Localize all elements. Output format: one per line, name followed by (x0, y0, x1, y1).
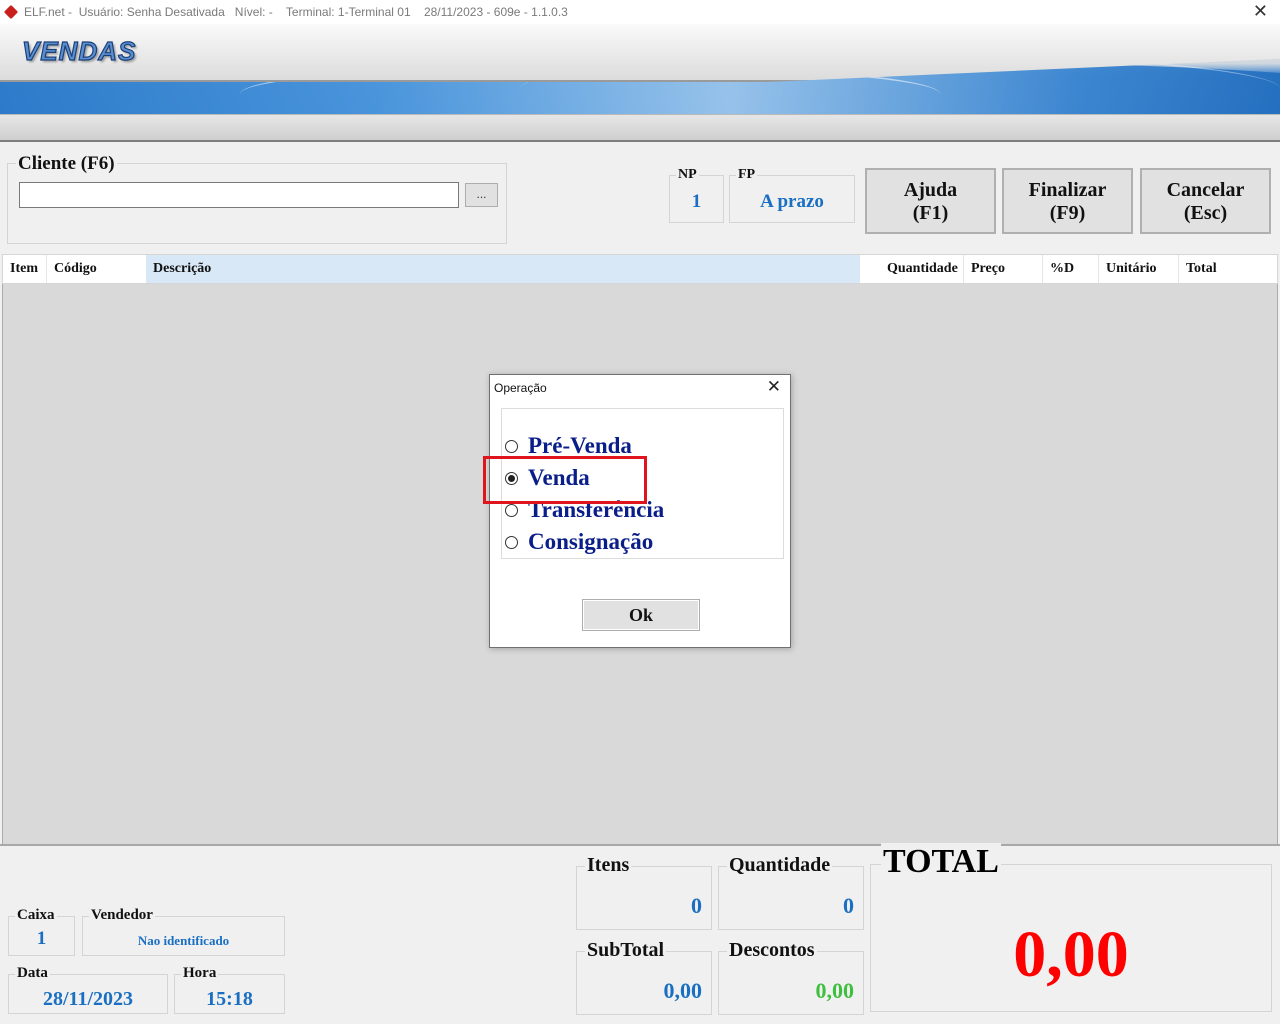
np-box: NP 1 (669, 167, 724, 223)
subtotal-value: 0,00 (663, 978, 703, 1003)
finalizar-button-shortcut: (F9) (1049, 202, 1086, 224)
fp-label: FP (736, 167, 758, 183)
cancelar-button[interactable]: Cancelar (Esc) (1140, 168, 1271, 234)
fp-box: FP A prazo (729, 167, 855, 223)
cliente-browse-button[interactable]: ... (465, 183, 498, 207)
header-banner: VENDAS (0, 24, 1280, 114)
finalizar-button-label: Finalizar (1028, 179, 1107, 201)
itens-box: Itens 0 (576, 854, 712, 930)
column-header-codigo[interactable]: Código (47, 255, 146, 283)
quantidade-box: Quantidade 0 (718, 854, 864, 930)
window-titlebar: ELF.net - Usuário: Senha Desativada Níve… (0, 0, 1280, 24)
hora-label: Hora (181, 965, 219, 982)
ajuda-button[interactable]: Ajuda (F1) (865, 168, 996, 234)
data-box: Data 28/11/2023 (8, 965, 168, 1014)
window-title: ELF.net - Usuário: Senha Desativada Níve… (24, 5, 568, 19)
window-close-icon[interactable]: ✕ (1253, 1, 1268, 21)
option-consignacao[interactable]: Consignação (505, 527, 653, 557)
app-logo-icon (3, 4, 19, 20)
total-label: TOTAL (881, 843, 1001, 881)
ajuda-button-shortcut: (F1) (912, 202, 949, 224)
hora-value: 15:18 (206, 988, 253, 1010)
ajuda-button-label: Ajuda (903, 179, 958, 201)
cancelar-button-label: Cancelar (1166, 179, 1245, 201)
operacao-dialog: Operação ✕ Pré-Venda Transferência Venda… (483, 374, 791, 648)
column-header-unitario[interactable]: Unitário (1099, 255, 1179, 283)
itens-value: 0 (691, 893, 702, 918)
items-table-header: Item Código Descrição Quantidade Preço %… (2, 254, 1278, 284)
caixa-label: Caixa (15, 907, 57, 924)
cliente-group: Cliente (F6) ... (7, 153, 507, 244)
column-header-descricao[interactable]: Descrição (146, 255, 860, 283)
selection-highlight-box (483, 456, 647, 504)
radio-icon[interactable] (505, 503, 518, 517)
descontos-label: Descontos (727, 939, 817, 962)
radio-icon[interactable] (505, 439, 518, 453)
fp-value: A prazo (760, 191, 824, 212)
subtotal-box: SubTotal 0,00 (576, 939, 712, 1015)
vendedor-label: Vendedor (89, 907, 155, 924)
dialog-close-icon[interactable]: ✕ (767, 377, 781, 397)
finalizar-button[interactable]: Finalizar (F9) (1002, 168, 1133, 234)
hora-box: Hora 15:18 (174, 965, 285, 1014)
option-label: Consignação (528, 529, 654, 554)
np-label: NP (676, 167, 699, 183)
cliente-label: Cliente (F6) (16, 153, 117, 175)
ok-button[interactable]: Ok (582, 599, 700, 631)
quantidade-value: 0 (843, 893, 854, 918)
caixa-box: Caixa 1 (8, 907, 75, 956)
cliente-input[interactable] (19, 182, 459, 208)
dialog-title: Operação (494, 381, 547, 395)
vendedor-value: Nao identificado (137, 933, 230, 948)
radio-icon[interactable] (505, 535, 518, 549)
summary-panel: Caixa 1 Vendedor Nao identificado Data 2… (0, 843, 1280, 1024)
total-value: 0,00 (1013, 918, 1129, 991)
subtotal-label: SubTotal (585, 939, 667, 962)
operation-options-group: Pré-Venda Transferência Venda Consignaçã… (483, 408, 784, 559)
column-header-quantidade[interactable]: Quantidade (880, 255, 964, 283)
np-value: 1 (691, 191, 702, 212)
vendedor-box: Vendedor Nao identificado (82, 907, 285, 956)
data-label: Data (15, 965, 50, 982)
descontos-value: 0,00 (815, 978, 855, 1003)
descontos-box: Descontos 0,00 (718, 939, 864, 1015)
itens-label: Itens (585, 854, 632, 877)
data-value: 28/11/2023 (42, 988, 133, 1010)
cancelar-button-shortcut: (Esc) (1183, 202, 1228, 224)
toolbar-strip (0, 114, 1280, 142)
quantidade-label: Quantidade (727, 854, 833, 877)
column-header-preco[interactable]: Preço (964, 255, 1043, 283)
column-header-total[interactable]: Total (1179, 255, 1277, 283)
column-header-item[interactable]: Item (3, 255, 47, 283)
page-title: VENDAS (21, 35, 137, 66)
total-box: TOTAL 0,00 (870, 843, 1272, 1012)
column-header-desconto[interactable]: %D (1043, 255, 1099, 283)
caixa-value: 1 (36, 928, 47, 949)
